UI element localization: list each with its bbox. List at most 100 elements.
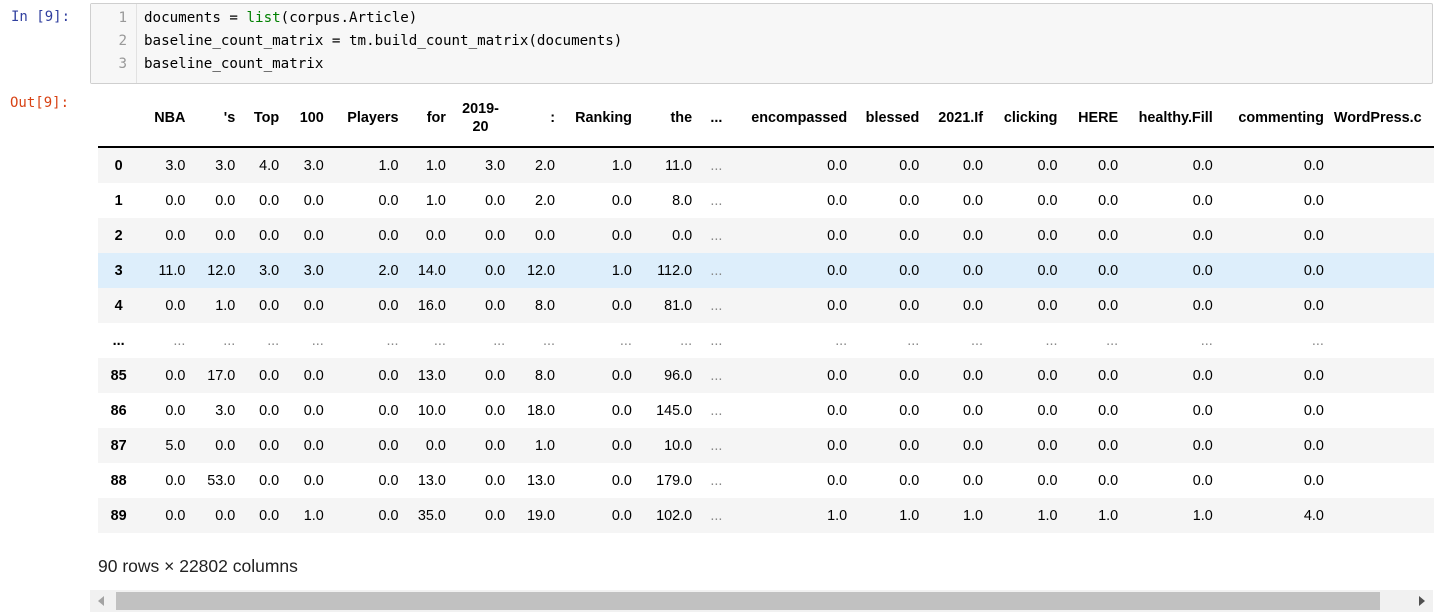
table-cell: 0.0 bbox=[1303, 472, 1324, 489]
table-cell: 0.0 bbox=[963, 157, 984, 174]
table-cell: ... bbox=[386, 332, 399, 349]
code-token: baseline_count_matrix bbox=[144, 56, 324, 72]
code-text[interactable]: baseline_count_matrix = tm.build_count_m… bbox=[144, 30, 622, 52]
table-cell: 0.0 bbox=[303, 192, 324, 209]
table-cell: 0.0 bbox=[1303, 402, 1324, 419]
table-cell: 0.0 bbox=[611, 367, 632, 384]
table-cell: 0.0 bbox=[1192, 192, 1213, 209]
table-cell: 1.0 bbox=[215, 297, 236, 314]
table-cell: 0.0 bbox=[1192, 262, 1213, 279]
table-cell: 0.0 bbox=[165, 402, 186, 419]
table-cell: 0.0 bbox=[1037, 297, 1058, 314]
table-cell: 0.0 bbox=[963, 437, 984, 454]
table-cell: 0.0 bbox=[1303, 437, 1324, 454]
table-cell: ... bbox=[542, 332, 555, 349]
table-cell: 0.0 bbox=[165, 192, 186, 209]
column-header: Ranking bbox=[559, 90, 637, 148]
table-cell: 0.0 bbox=[215, 192, 236, 209]
scrollbar-thumb[interactable] bbox=[116, 592, 1380, 610]
table-row: 4 0.0 1.0 0.0 0.0 0.0 16.0 0.0 8.0 0.0 81.0... 0.0 0… bbox=[98, 288, 1434, 323]
table-cell: 0.0 bbox=[1192, 437, 1213, 454]
row-index: 1 bbox=[114, 192, 123, 209]
code-text[interactable]: baseline_count_matrix bbox=[144, 53, 323, 75]
table-cell: 0.0 bbox=[1098, 437, 1119, 454]
table-cell: 0.0 bbox=[303, 437, 324, 454]
table-cell: ... bbox=[1106, 332, 1119, 349]
table-cell: 0.0 bbox=[378, 402, 399, 419]
table-cell: 145.0 bbox=[656, 402, 693, 419]
table-cell: ... bbox=[710, 507, 723, 524]
table-cell: 10.0 bbox=[417, 402, 446, 419]
line-number: 1 bbox=[118, 10, 127, 26]
table-cell: 0.0 bbox=[1037, 262, 1058, 279]
table-cell: 0.0 bbox=[215, 227, 236, 244]
table-cell bbox=[1329, 288, 1434, 323]
table-cell: 1.0 bbox=[963, 507, 984, 524]
builtin-token: list bbox=[246, 10, 281, 26]
table-cell: 4.0 bbox=[259, 157, 280, 174]
table-cell: ... bbox=[710, 402, 723, 419]
table-cell: 0.0 bbox=[827, 227, 848, 244]
row-index: ... bbox=[112, 332, 125, 349]
table-cell: 4.0 bbox=[1303, 507, 1324, 524]
line-number: 2 bbox=[118, 33, 127, 49]
table-cell: 8.0 bbox=[534, 297, 555, 314]
table-cell: 35.0 bbox=[417, 507, 446, 524]
table-cell: ... bbox=[267, 332, 280, 349]
table-row: 0 3.0 3.0 4.0 3.0 1.0 1.0 3.0 2.0 1.0 11.0... 0.0 0.… bbox=[98, 147, 1434, 183]
code-text[interactable]: documents = list(corpus.Article) bbox=[144, 7, 417, 29]
horizontal-scrollbar[interactable] bbox=[90, 590, 1433, 612]
table-cell: ... bbox=[907, 332, 920, 349]
column-header: 's bbox=[190, 90, 241, 148]
table-row: 85 0.0 17.0 0.0 0.0 0.0 13.0 0.0 8.0 0.0 96.0... 0.… bbox=[98, 358, 1434, 393]
table-cell: 0.0 bbox=[1098, 472, 1119, 489]
table-cell: 0.0 bbox=[259, 402, 280, 419]
table-cell: 0.0 bbox=[259, 297, 280, 314]
table-row: 86 0.0 3.0 0.0 0.0 0.0 10.0 0.0 18.0 0.0 145.0... 0… bbox=[98, 393, 1434, 428]
column-header: commenting bbox=[1217, 90, 1329, 148]
table-cell: 0.0 bbox=[1037, 227, 1058, 244]
table-cell: 0.0 bbox=[485, 472, 506, 489]
code-token: documents = bbox=[144, 10, 247, 26]
chevron-left-icon[interactable] bbox=[98, 596, 104, 606]
table-cell: 11.0 bbox=[158, 262, 186, 279]
row-index: 86 bbox=[110, 402, 127, 419]
table-cell: 0.0 bbox=[963, 402, 984, 419]
table-cell: 1.0 bbox=[425, 157, 446, 174]
table-cell: 0.0 bbox=[611, 192, 632, 209]
table-cell: 2.0 bbox=[534, 157, 555, 174]
table-cell: 12.0 bbox=[207, 262, 236, 279]
table-cell: 0.0 bbox=[611, 472, 632, 489]
table-header-row: NBA's Top 100 Players for 2019- 20: Ranking the… bbox=[98, 90, 1434, 148]
table-cell: 0.0 bbox=[827, 437, 848, 454]
table-cell: 3.0 bbox=[303, 157, 324, 174]
table-cell: 0.0 bbox=[425, 437, 446, 454]
table-cell: 0.0 bbox=[378, 437, 399, 454]
table-cell: 0.0 bbox=[165, 297, 186, 314]
row-index: 88 bbox=[110, 472, 127, 489]
code-cell[interactable]: 1 documents = list(corpus.Article) 2 baseli… bbox=[90, 3, 1433, 84]
table-cell: 0.0 bbox=[963, 297, 984, 314]
table-cell bbox=[1329, 463, 1434, 498]
table-cell: ... bbox=[223, 332, 236, 349]
column-header: clicking bbox=[988, 90, 1063, 148]
table-cell: 0.0 bbox=[378, 472, 399, 489]
table-cell bbox=[1329, 393, 1434, 428]
table-cell: 2.0 bbox=[534, 192, 555, 209]
table-cell: 0.0 bbox=[1303, 367, 1324, 384]
table-cell: 0.0 bbox=[1037, 437, 1058, 454]
table-cell: 3.0 bbox=[215, 402, 236, 419]
chevron-right-icon[interactable] bbox=[1419, 596, 1425, 606]
row-index: 4 bbox=[114, 297, 123, 314]
table-cell: 11.0 bbox=[665, 157, 693, 174]
table-cell: 0.0 bbox=[1037, 192, 1058, 209]
table-cell: 0.0 bbox=[378, 297, 399, 314]
table-cell: 0.0 bbox=[899, 402, 920, 419]
table-cell: 0.0 bbox=[534, 227, 555, 244]
input-prompt: In [9]: bbox=[11, 9, 71, 25]
table-cell: 1.0 bbox=[899, 507, 920, 524]
table-cell: 0.0 bbox=[899, 437, 920, 454]
table-cell: 2.0 bbox=[378, 262, 399, 279]
table-cell: 112.0 bbox=[657, 262, 693, 279]
row-index: 3 bbox=[114, 262, 123, 279]
